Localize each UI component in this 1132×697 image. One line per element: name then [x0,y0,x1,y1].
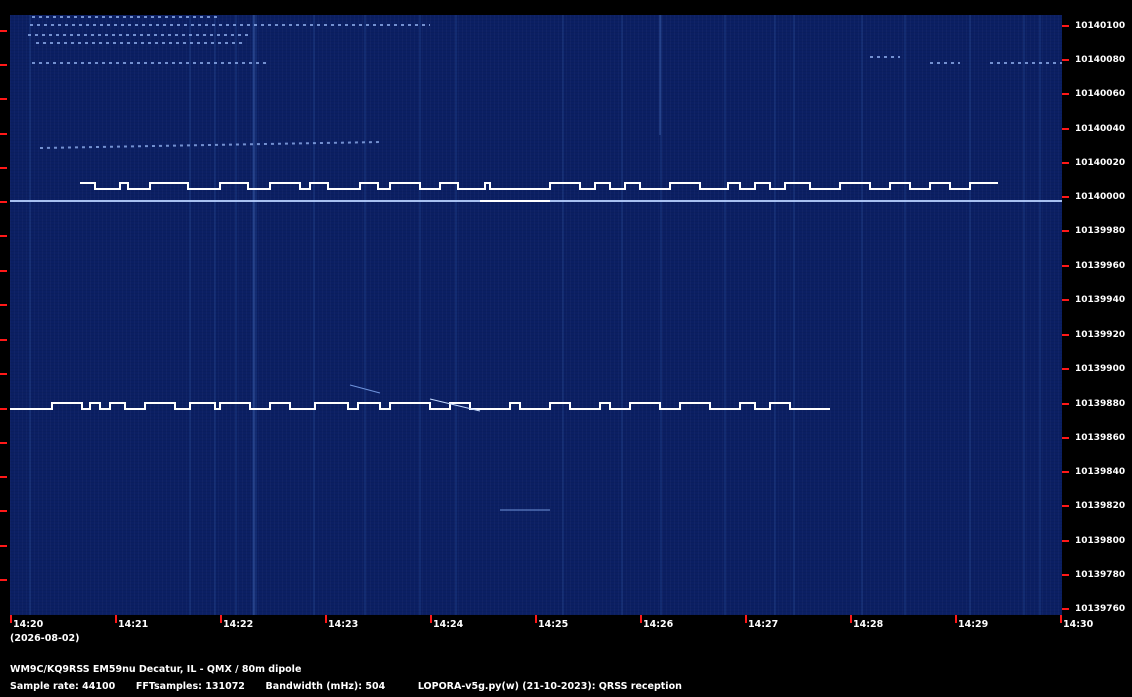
freq-tick-left [0,201,7,203]
freq-tick-left [0,510,7,512]
freq-tick-right [1062,196,1069,198]
freq-label: 10139920 [1075,330,1126,340]
time-label: 14:24 [433,619,464,630]
freq-tick-left [0,339,7,341]
freq-label: 10139980 [1075,226,1126,236]
freq-label: 10140040 [1075,124,1126,134]
freq-tick-left [0,235,7,237]
time-tick [850,615,852,623]
freq-label: 10140100 [1075,21,1126,31]
freq-label: 10139880 [1075,399,1126,409]
grabber-window: 10140100 10140080 10140060 10140040 1014… [0,0,1132,697]
time-label: 14:20 [13,619,44,630]
time-label: 14:22 [223,619,254,630]
freq-tick-right [1062,368,1069,370]
time-label: 14:25 [538,619,569,630]
station-info: WM9C/KQ9RSS EM59nu Decatur, IL - QMX / 8… [10,664,302,675]
time-label: 14:30 [1063,619,1094,630]
freq-tick-right [1062,128,1069,130]
freq-tick-left [0,373,7,375]
freq-tick-left [0,579,7,581]
freq-tick-right [1062,25,1069,27]
freq-tick-right [1062,93,1069,95]
freq-label: 10139780 [1075,570,1126,580]
time-tick [325,615,327,623]
freq-label: 10139800 [1075,536,1126,546]
freq-label: 10139960 [1075,261,1126,271]
spectrogram-waterfall [10,15,1062,615]
freq-tick-left [0,98,7,100]
freq-tick-left [0,167,7,169]
time-tick [745,615,747,623]
freq-tick-right [1062,230,1069,232]
capture-date: (2026-08-02) [10,633,80,644]
freq-tick-left [0,442,7,444]
freq-tick-left [0,64,7,66]
fft-samples: FFTsamples: 131072 [135,681,245,692]
freq-label: 10139860 [1075,433,1126,443]
freq-label: 10139840 [1075,467,1126,477]
software-version: LOPORA-v5g.py(w) (21-10-2023): QRSS rece… [417,681,682,692]
freq-label: 10140080 [1075,55,1126,65]
freq-tick-left [0,30,7,32]
freq-label: 10139820 [1075,501,1126,511]
time-label: 14:23 [328,619,359,630]
freq-tick-left [0,133,7,135]
freq-tick-right [1062,403,1069,405]
freq-label: 10139760 [1075,604,1126,614]
sample-rate: Sample rate: 44100 [10,681,116,692]
time-label: 14:29 [958,619,989,630]
time-label: 14:27 [748,619,779,630]
freq-label: 10140060 [1075,89,1126,99]
freq-tick-left [0,545,7,547]
bandwidth: Bandwidth (mHz): 504 [265,681,386,692]
time-label: 14:28 [853,619,884,630]
freq-tick-right [1062,334,1069,336]
freq-tick-right [1062,437,1069,439]
waterfall-signals [10,15,1062,615]
freq-tick-right [1062,540,1069,542]
freq-tick-left [0,408,7,410]
freq-tick-right [1062,59,1069,61]
freq-tick-right [1062,265,1069,267]
freq-tick-left [0,304,7,306]
freq-label: 10140020 [1075,158,1126,168]
time-tick [535,615,537,623]
freq-tick-left [0,270,7,272]
freq-label: 10139940 [1075,295,1126,305]
time-tick [430,615,432,623]
freq-tick-right [1062,505,1069,507]
time-tick [115,615,117,623]
freq-tick-right [1062,608,1069,610]
freq-label: 10140000 [1075,192,1126,202]
freq-tick-right [1062,162,1069,164]
time-tick [955,615,957,623]
freq-tick-left [0,476,7,478]
capture-details: Sample rate: 44100 FFTsamples: 131072 Ba… [10,681,682,692]
time-tick [640,615,642,623]
freq-tick-right [1062,299,1069,301]
freq-tick-right [1062,471,1069,473]
time-label: 14:21 [118,619,149,630]
freq-tick-right [1062,574,1069,576]
time-tick [220,615,222,623]
time-label: 14:26 [643,619,674,630]
freq-label: 10139900 [1075,364,1126,374]
time-tick [10,615,12,623]
time-tick [1060,615,1062,623]
